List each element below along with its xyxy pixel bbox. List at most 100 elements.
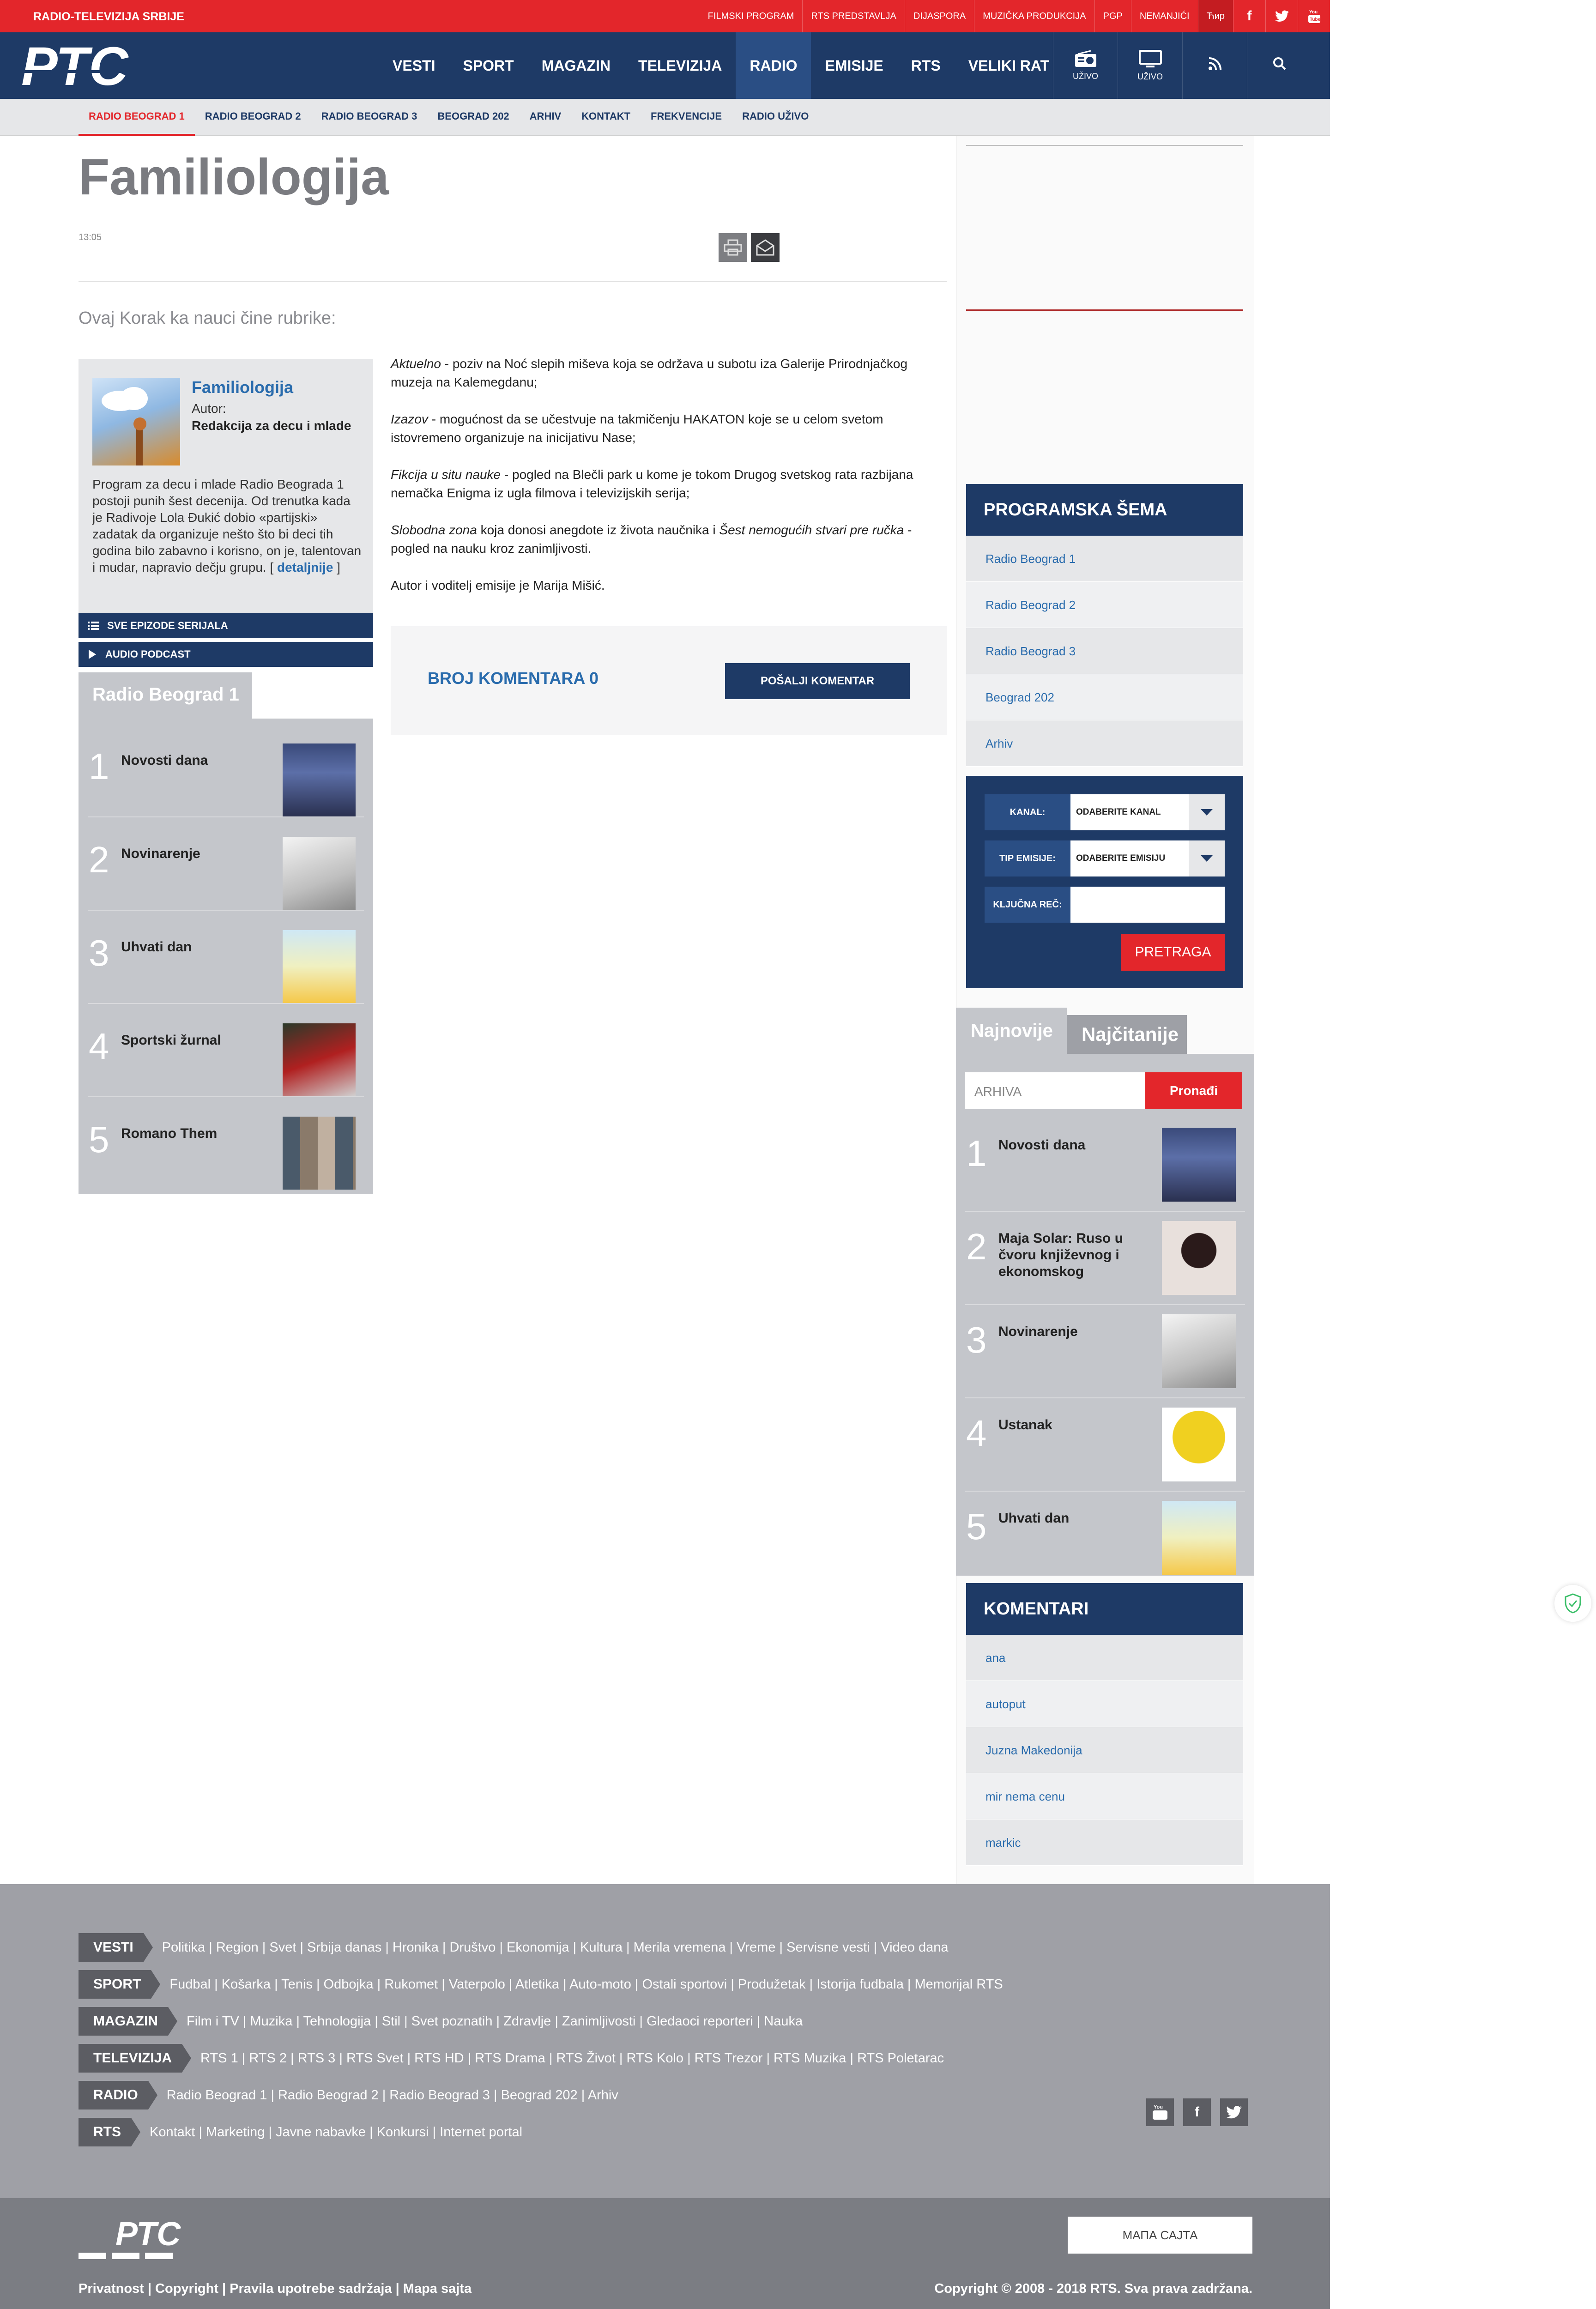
schedule-item[interactable]: Beograd 202 [966,674,1243,720]
komentar-item[interactable]: mir nema cenu [966,1773,1243,1819]
kljucna-rec-field[interactable]: KLJUČNA REČ: [985,887,1225,923]
subnav-radio-uzivo[interactable]: RADIO UŽIVO [732,99,819,136]
list-item[interactable]: 5 Romano Them [88,1098,364,1191]
youtube-icon[interactable]: You Tube [1298,0,1330,32]
show-description: Program za decu i mlade Radio Beograda 1… [92,477,362,574]
brand-name[interactable]: RADIO-TELEVIZIJA SRBIJE [33,10,184,24]
nav-vesti[interactable]: VESTI [379,32,449,99]
paragraph: Slobodna zona koja donosi anegdote iz ži… [391,523,912,556]
radio-live-button[interactable]: UŽIVO [1053,32,1118,99]
komentari-header: KOMENTARI [966,1583,1243,1635]
twitter-icon[interactable] [1265,0,1298,32]
schedule-item[interactable]: Radio Beograd 1 [966,536,1243,582]
show-thumbnail[interactable] [92,378,180,465]
list-thumbnail [283,930,356,1003]
tab-najcitanije[interactable]: Najčitanije [1067,1015,1187,1054]
chevron-down-icon[interactable] [1189,840,1225,876]
subnav-rb3[interactable]: RADIO BEOGRAD 3 [311,99,428,136]
cyrillic-toggle[interactable]: Ћир [1197,0,1233,32]
svg-text:РТС: РТС [115,2217,181,2253]
chevron-down-icon[interactable] [1189,794,1225,830]
subnav-rb1[interactable]: RADIO BEOGRAD 1 [79,99,195,136]
svg-text:РТС: РТС [21,41,129,91]
nav-veliki-rat[interactable]: VELIKI RAT [955,32,1063,99]
top-social: f You Tube [1233,0,1330,32]
top-link-muzicka[interactable]: MUZIČKA PRODUKCIJA [974,0,1094,32]
komentar-item[interactable]: ana [966,1635,1243,1681]
kanal-select[interactable]: KANAL: ODABERITE KANAL [985,794,1225,830]
subnav-b202[interactable]: BEOGRAD 202 [427,99,519,136]
paragraph: Izazov - mogućnost da se učestvuje na ta… [391,412,883,445]
list-item[interactable]: 2 Novinarenje [88,818,364,911]
nav-emisije[interactable]: EMISIJE [811,32,897,99]
list-thumbnail [1162,1314,1236,1388]
audio-podcast-button[interactable]: AUDIO PODCAST [79,642,373,667]
twitter-icon[interactable] [1220,2098,1248,2126]
list-item[interactable]: 4 Ustanak [965,1398,1245,1492]
more-link[interactable]: detaljnije [277,560,333,574]
tv-live-button[interactable]: UŽIVO [1118,32,1182,99]
send-comment-button[interactable]: POŠALJI KOMENTAR [725,663,910,699]
rss-button[interactable] [1182,32,1247,99]
komentar-item[interactable]: Juzna Makedonija [966,1727,1243,1773]
keyword-input[interactable] [1070,887,1225,923]
list-item[interactable]: 3 Novinarenje [965,1305,1245,1398]
subnav-frekvencije[interactable]: FREKVENCIJE [641,99,732,136]
all-episodes-button[interactable]: SVE EPIZODE SERIJALA [79,613,373,638]
list-item[interactable]: 1 Novosti dana [88,725,364,817]
nav-magazin[interactable]: MAGAZIN [528,32,624,99]
nav-rts[interactable]: RTS [897,32,955,99]
komentar-item[interactable]: markic [966,1819,1243,1866]
footer [0,1884,1330,2198]
print-icon[interactable] [719,233,747,262]
komentar-item[interactable]: autoput [966,1681,1243,1727]
tab-najnovije[interactable]: Najnovije [956,1008,1067,1054]
find-button[interactable]: Pronađi [1145,1072,1242,1109]
nav-sport[interactable]: SPORT [449,32,527,99]
shield-check-icon[interactable] [1554,1585,1591,1622]
footer-row-radio: RADIO Radio Beograd 1 | Radio Beograd 2 |… [79,2081,618,2110]
archive-input[interactable]: ARHIVA [965,1072,1145,1109]
author-label: Autor: [192,401,226,416]
list-thumbnail [1162,1128,1236,1202]
top-link-nemanjici[interactable]: NEMANJIĆI [1130,0,1198,32]
footer-logo[interactable]: РТС [79,2216,203,2263]
top-link-pgp[interactable]: PGP [1094,0,1131,32]
show-name[interactable]: Familiologija [192,378,293,397]
subnav-kontakt[interactable]: KONTAKT [571,99,641,136]
footer-row-televizija: TELEVIZIJA RTS 1 | RTS 2 | RTS 3 | RTS Sv… [79,2044,944,2073]
facebook-icon[interactable]: f [1183,2098,1211,2126]
list-item[interactable]: 1 Novosti dana [965,1118,1245,1212]
schedule-list: Radio Beograd 1 Radio Beograd 2 Radio Be… [966,536,1243,767]
rss-icon [1208,57,1221,70]
top-link-dijaspora[interactable]: DIJASPORA [904,0,974,32]
search-submit-button[interactable]: PRETRAGA [1121,934,1225,971]
subnav-arhiv[interactable]: ARHIV [520,99,571,136]
list-item[interactable]: 4 Sportski žurnal [88,1005,364,1097]
list-item[interactable]: 3 Uhvati dan [88,912,364,1004]
top-link-filmski[interactable]: FILMSKI PROGRAM [700,0,803,32]
schedule-item[interactable]: Arhiv [966,720,1243,767]
footer-legal-links[interactable]: Privatnost | Copyright | Pravila upotreb… [79,2281,472,2297]
facebook-icon[interactable]: f [1233,0,1265,32]
footer-row-sport: SPORT Fudbal | Košarka | Tenis | Odbojka … [79,1970,1003,1999]
nav-televizija[interactable]: TELEVIZIJA [624,32,736,99]
list-thumbnail [283,743,356,816]
list-item[interactable]: 2 Maja Solar: Ruso u čvoru književnog i … [965,1212,1245,1305]
youtube-icon[interactable]: You [1146,2098,1174,2126]
top-link-predstavlja[interactable]: RTS PREDSTAVLJA [802,0,905,32]
ad-divider [966,145,1243,146]
site-map-button[interactable]: МАПА САЈТА [1068,2217,1252,2254]
list-item[interactable]: 5 Uhvati dan [965,1492,1245,1585]
tip-emisije-select[interactable]: TIP EMISIJE: ODABERITE EMISIJU [985,840,1225,876]
nav-radio[interactable]: RADIO [736,32,811,99]
search-button[interactable] [1247,32,1312,99]
schedule-item[interactable]: Radio Beograd 2 [966,582,1243,628]
rts-logo[interactable]: РТС [18,36,162,97]
rb1-tab[interactable]: Radio Beograd 1 [79,672,252,719]
subnav-rb2[interactable]: RADIO BEOGRAD 2 [195,99,311,136]
email-icon[interactable] [751,233,780,262]
latest-list: ARHIVA Pronađi 1 Novosti dana 2 Maja Sol… [956,1054,1254,1576]
schedule-item[interactable]: Radio Beograd 3 [966,628,1243,674]
list-thumbnail [283,837,356,910]
